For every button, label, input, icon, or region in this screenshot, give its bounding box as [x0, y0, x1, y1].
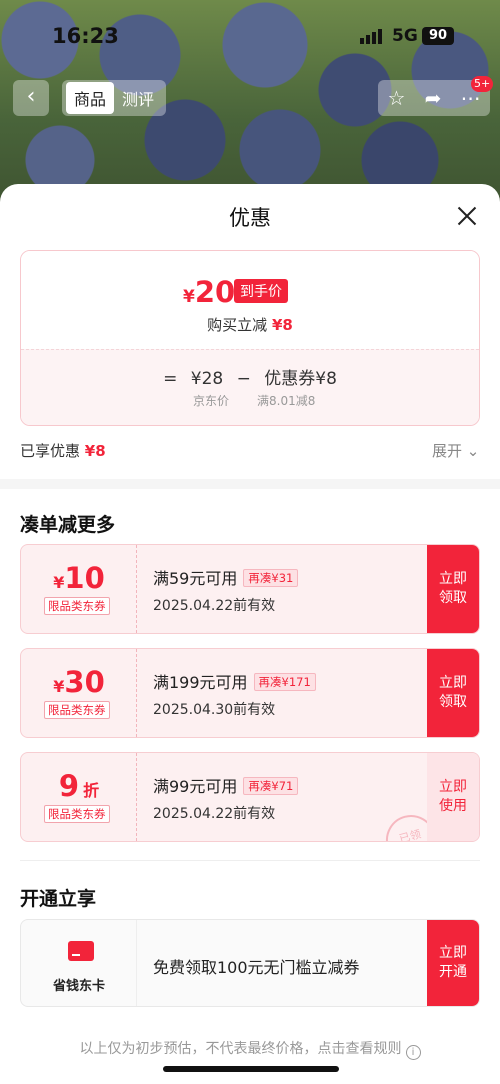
final-price-currency: ¥	[183, 287, 195, 307]
expand-button[interactable]: 展开 ⌄	[432, 440, 479, 461]
info-icon: i	[405, 1045, 421, 1060]
coupon-card: ¥10 限品类东券 满59元可用 再凑¥31 2025.04.22前有效 立即 领…	[20, 544, 480, 634]
final-price-value: 20	[194, 275, 236, 309]
equals-sign: =	[163, 369, 178, 389]
coupon-category: 限品类东券	[44, 701, 110, 719]
coupon-condition: 满59元可用	[153, 569, 238, 588]
coupon-currency: ¥	[53, 573, 65, 592]
coupon-value: ¥30 限品类东券	[21, 649, 137, 737]
home-indicator	[163, 1066, 339, 1072]
price-formula: = ¥28 − 优惠券¥8	[21, 364, 479, 389]
chevron-down-icon: ⌄	[466, 442, 480, 460]
coupon-amount: 9折	[21, 769, 137, 803]
coupon-condition: 满8.01减8	[257, 394, 316, 408]
star-icon[interactable]: ☆	[388, 86, 406, 110]
enjoyed-label: 已享优惠	[20, 442, 81, 460]
coupon-card: 9折 限品类东券 满99元可用 再凑¥71 2025.04.22前有效 已领 立即…	[20, 752, 480, 842]
coupon-condition: 满99元可用	[153, 777, 238, 796]
final-price: ¥20	[183, 275, 235, 309]
combine-section-title: 凑单减更多	[20, 514, 116, 536]
network-type: 5G	[392, 26, 418, 46]
coupon-category: 限品类东券	[44, 597, 110, 615]
member-card-brand: 省钱东卡	[21, 920, 137, 1006]
coupon-more-needed: 再凑¥171	[253, 673, 316, 691]
coupon-condition-row: 满99元可用 再凑¥71	[153, 773, 299, 797]
price-breakdown: = ¥28 − 优惠券¥8 京东价 满8.01减8	[21, 349, 479, 425]
credit-card-icon	[68, 941, 94, 961]
claim-coupon-button[interactable]: 立即 领取	[427, 545, 479, 633]
member-section-title: 开通立享	[20, 888, 97, 910]
rules-link[interactable]: 以上仅为初步预估，不代表最终价格，点击查看规则 i	[0, 1038, 500, 1060]
product-tabs: 商品 测评	[62, 80, 167, 116]
share-icon[interactable]: ➦	[425, 86, 442, 110]
tab-review[interactable]: 测评	[114, 82, 162, 114]
chevron-left-icon: ‹	[26, 84, 36, 109]
coupon-expiry: 2025.04.30前有效	[153, 702, 276, 718]
coupon-amount-value: 30	[64, 665, 105, 699]
expand-label: 展开	[432, 442, 463, 460]
member-card-desc: 免费领取100元无门槛立减券	[153, 958, 360, 977]
coupon-condition-row: 满199元可用 再凑¥171	[153, 669, 316, 693]
price-card-summary: ¥20 到手价 购买立减 ¥8	[21, 251, 479, 349]
jd-price: ¥28	[190, 369, 224, 389]
tab-product[interactable]: 商品	[66, 82, 115, 114]
signal-icon	[360, 29, 382, 44]
coupon-more-needed: 再凑¥71	[243, 777, 299, 795]
claim-coupon-button[interactable]: 立即 领取	[427, 649, 479, 737]
message-badge: 5+	[471, 76, 494, 92]
enjoyed-value: ¥8	[84, 442, 106, 460]
instant-discount-value: ¥8	[271, 316, 293, 334]
coupon-amount-value: 9	[58, 769, 80, 803]
minus-sign: −	[236, 369, 251, 389]
discount-sheet: 优惠 ¥20 到手价 购买立减 ¥8 = ¥28 − 优惠券¥8 京东价 满8.…	[0, 184, 500, 1084]
back-button[interactable]: ‹	[13, 80, 49, 116]
coupon-more-needed: 再凑¥31	[243, 569, 299, 587]
coupon-deduction: 优惠券¥8	[264, 369, 337, 389]
coupon-condition: 满199元可用	[153, 673, 248, 692]
sheet-title: 优惠	[229, 206, 271, 230]
status-time: 16:23	[52, 24, 119, 48]
close-icon[interactable]	[455, 204, 479, 228]
price-card: ¥20 到手价 购买立减 ¥8 = ¥28 − 优惠券¥8 京东价 满8.01减…	[20, 250, 480, 426]
instant-discount: 购买立减 ¥8	[21, 314, 479, 335]
jd-price-label: 京东价	[193, 394, 230, 408]
coupon-value: ¥10 限品类东券	[21, 545, 137, 633]
coupon-unit: 折	[83, 781, 100, 800]
section-divider	[20, 860, 480, 861]
product-nav-bar: ‹ 商品 测评 ☆ ➦ ⋯ 5+	[0, 76, 500, 118]
coupon-value: 9折 限品类东券	[21, 753, 137, 841]
coupon-expiry: 2025.04.22前有效	[153, 806, 276, 822]
coupon-amount-value: 10	[64, 561, 105, 595]
activate-button[interactable]: 立即 开通	[427, 920, 479, 1006]
coupon-amount: ¥10	[21, 561, 137, 595]
member-card-name: 省钱东卡	[52, 979, 105, 994]
footer-note-text: 以上仅为初步预估，不代表最终价格，点击查看规则	[79, 1041, 402, 1057]
enjoyed-discount: 已享优惠 ¥8	[20, 440, 106, 461]
final-price-tag: 到手价	[234, 279, 288, 303]
status-bar: 16:23 5G 90	[0, 24, 500, 54]
member-card: 省钱东卡 免费领取100元无门槛立减券 立即 开通	[20, 919, 480, 1007]
instant-discount-label: 购买立减	[207, 316, 268, 334]
coupon-amount: ¥30	[21, 665, 137, 699]
battery-icon: 90	[422, 27, 454, 45]
coupon-condition-row: 满59元可用 再凑¥31	[153, 565, 299, 589]
coupon-currency: ¥	[53, 677, 65, 696]
coupon-expiry: 2025.04.22前有效	[153, 598, 276, 614]
coupon-card: ¥30 限品类东券 满199元可用 再凑¥171 2025.04.30前有效 立即…	[20, 648, 480, 738]
use-coupon-button[interactable]: 立即 使用	[427, 753, 479, 841]
coupon-category: 限品类东券	[44, 805, 110, 823]
section-divider	[0, 479, 500, 489]
